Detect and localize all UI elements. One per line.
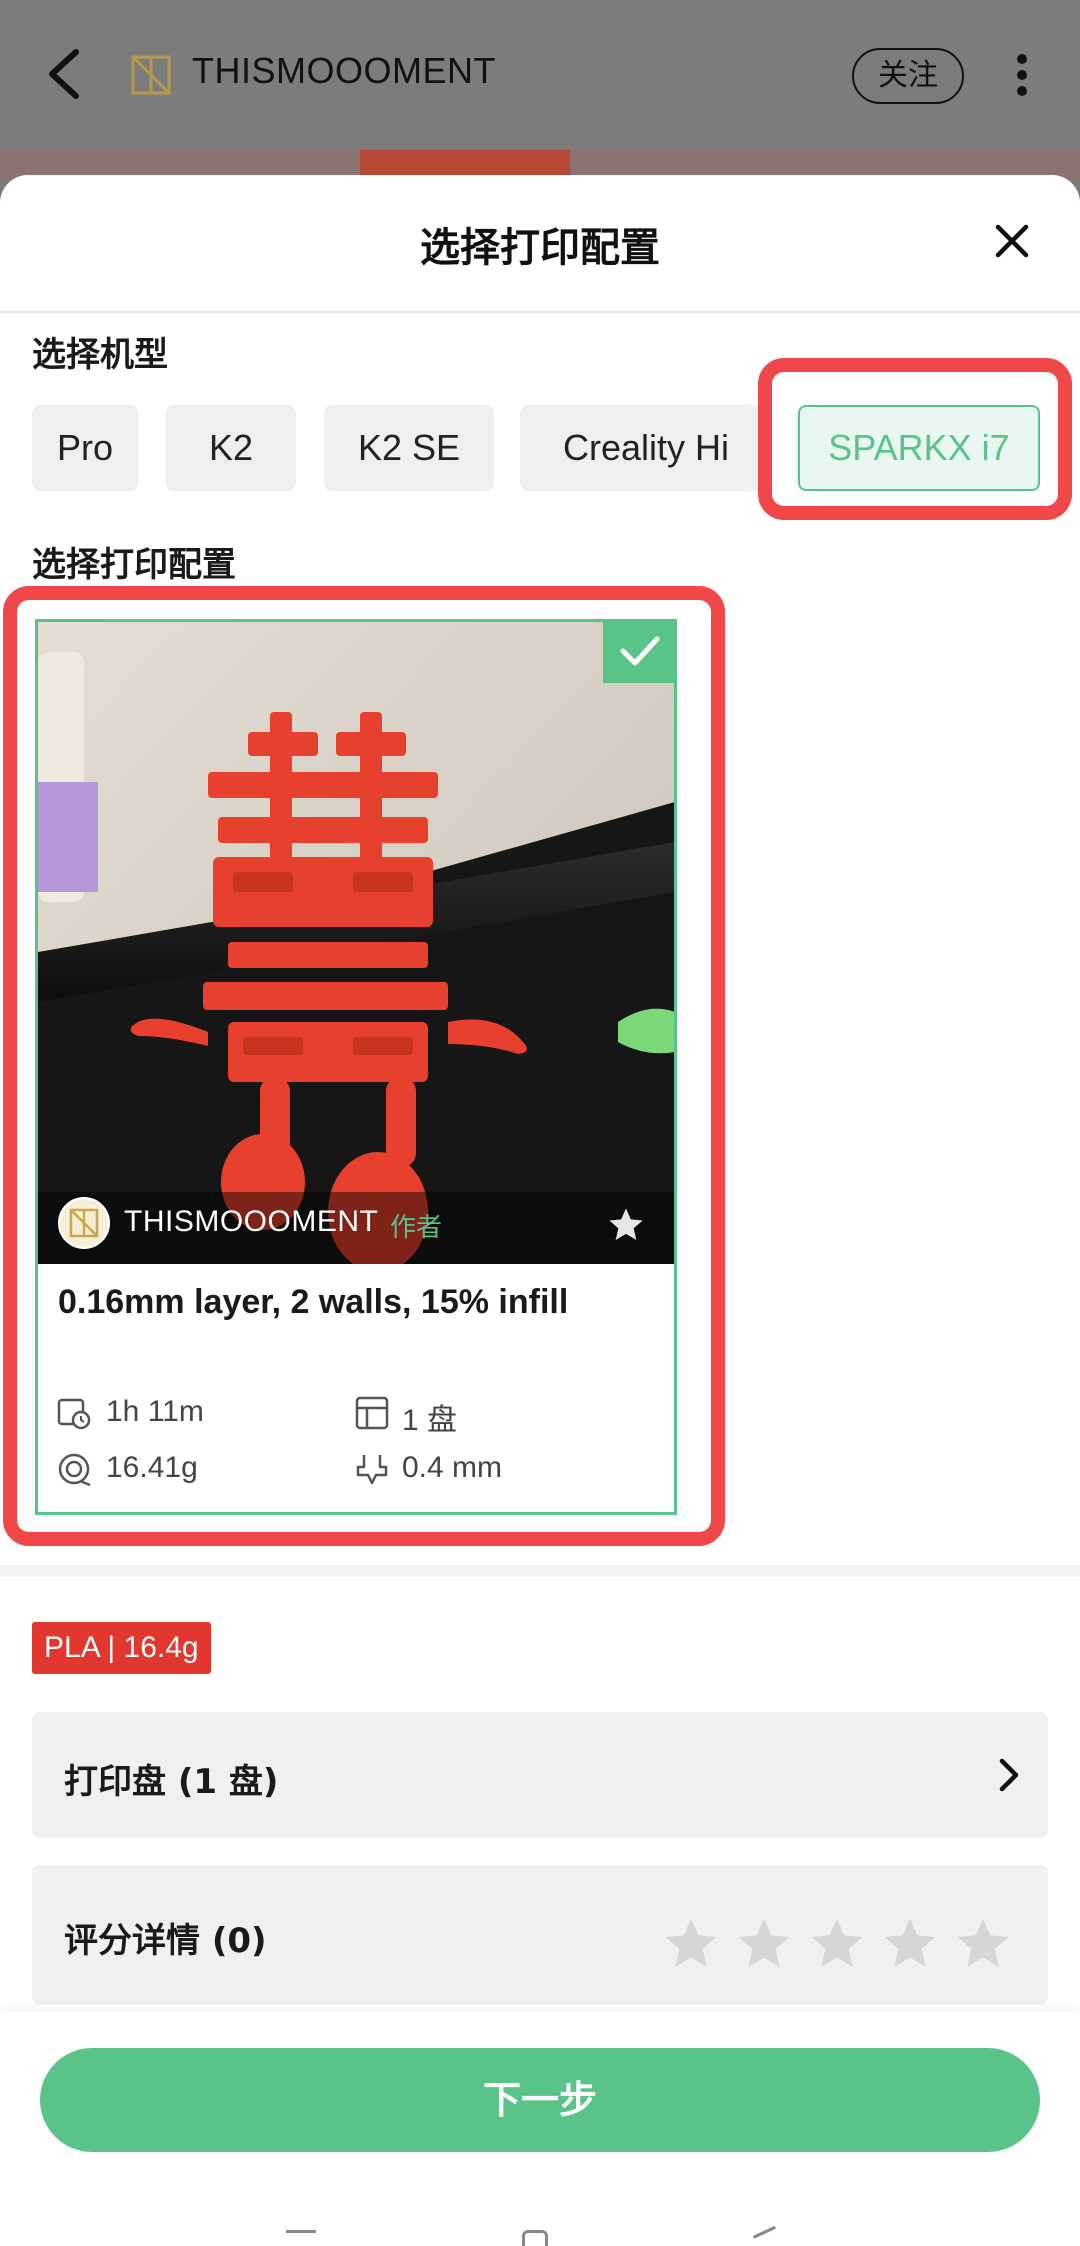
machine-chip-pro[interactable]: Pro [32,405,138,491]
machine-chip-creality-hi[interactable]: Creality Hi [520,405,772,491]
star-icon [738,1918,790,1967]
follow-button[interactable]: 关注 [852,48,964,104]
rating-stars [662,1915,1012,1973]
highlight-machine [758,358,1072,520]
brand-name[interactable]: THISMOOOMENT [192,50,496,92]
plates-row-label: 打印盘 (1 盘) [64,1762,279,1802]
machine-chip-k2-se[interactable]: K2 SE [324,405,494,491]
print-config-sheet: 选择打印配置 选择机型 Pro K2 K2 SE Creality Hi SPA… [0,175,1080,2246]
rating-row[interactable]: 评分详情 (0) [32,1865,1048,2005]
material-badge: PLA | 16.4g [32,1622,211,1674]
machine-chip-k2[interactable]: K2 [166,405,296,491]
nav-home-icon[interactable] [522,2230,548,2246]
highlight-config-card [3,586,725,1546]
close-icon[interactable] [988,217,1036,265]
more-vert-icon[interactable] [1004,50,1040,106]
divider [0,311,1080,313]
rating-row-label: 评分详情 (0) [64,1921,267,1961]
brand-logo-icon [130,54,172,96]
star-icon [811,1918,863,1967]
back-arrow-icon[interactable] [38,44,94,104]
star-icon [957,1918,1009,1967]
plates-row[interactable]: 打印盘 (1 盘) [32,1712,1048,1838]
config-section-label: 选择打印配置 [32,545,236,585]
nav-back-icon[interactable] [752,2225,784,2246]
machine-section-label: 选择机型 [32,335,168,375]
chevron-right-icon [994,1755,1022,1795]
star-icon [884,1918,936,1967]
bottom-action-bar: 下一步 [0,2012,1080,2246]
star-icon [665,1918,717,1967]
sheet-title: 选择打印配置 [420,225,660,271]
app-top-bar: THISMOOOMENT 关注 [0,0,1080,150]
section-divider [0,1565,1080,1577]
nav-menu-icon[interactable] [286,2230,316,2246]
next-button[interactable]: 下一步 [40,2048,1040,2152]
